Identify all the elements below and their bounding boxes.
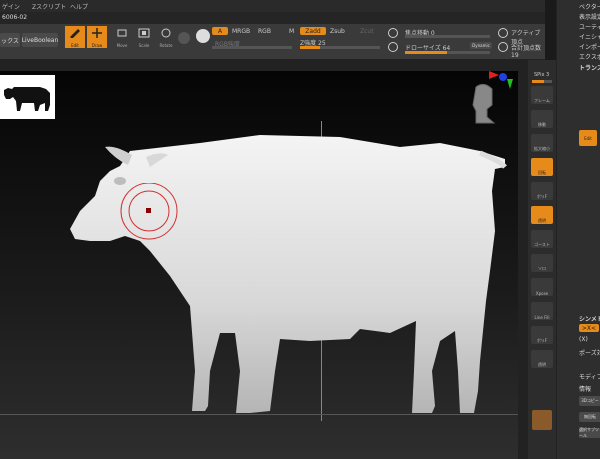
menubar: ゲイン Zスクリプト ヘルプ (0, 0, 545, 12)
rotate-button[interactable]: Rotate (156, 26, 176, 48)
main-toolbar: ックス LiveBoolean Edit Draw Move Scale Rot… (0, 24, 545, 60)
menu-item-help[interactable]: ヘルプ (70, 2, 88, 11)
panel-edit-button[interactable]: Edit (579, 130, 597, 146)
z-intensity-slider[interactable] (300, 46, 380, 49)
total-points-label: 合計頂点数 19 (511, 45, 542, 59)
palette-export[interactable]: エクスポート (579, 52, 600, 61)
canvas-right-border (518, 71, 528, 459)
brush-cursor (120, 183, 178, 240)
document-title: 6006-02 (2, 14, 28, 21)
symmetry-x-label[interactable]: (X) (579, 336, 588, 343)
palette-vector[interactable]: ベクター (579, 2, 600, 11)
rgb-intensity-slider[interactable] (212, 46, 292, 49)
draw-button[interactable]: Draw (87, 26, 107, 48)
a-toggle[interactable]: A (212, 27, 228, 35)
transp-button[interactable]: 透明 (531, 206, 553, 224)
rotate-view-button[interactable]: 回転 (531, 158, 553, 176)
palette-modifiers[interactable]: モディファイ (579, 372, 600, 381)
active-points-icon (498, 28, 508, 38)
canvas-top-strip (0, 60, 528, 71)
palette-symmetry[interactable]: シンメトリー (579, 314, 600, 323)
palette-initialize[interactable]: イニシャライズ (579, 32, 600, 41)
brush-icon[interactable] (196, 29, 210, 43)
focal-shift-slider[interactable] (405, 35, 490, 38)
dynamic-button[interactable]: Dynamic (470, 42, 492, 49)
palette-info[interactable]: 情報 (579, 384, 591, 393)
linefill-button[interactable]: Line Fill (531, 302, 553, 320)
rgb-toggle[interactable]: RGB (258, 28, 271, 35)
livebool-button[interactable]: LiveBoolean (22, 33, 58, 47)
solo-button[interactable]: ソロ (531, 254, 553, 272)
zadd-toggle[interactable]: Zadd (300, 27, 326, 35)
ghost-button[interactable]: ゴースト (531, 230, 553, 248)
polyf-button-2[interactable]: ポリF (531, 326, 553, 344)
total-points-icon (498, 42, 508, 52)
mrgb-toggle[interactable]: MRGB (232, 28, 250, 35)
select-subtool-button[interactable]: 選択サブツール (579, 427, 600, 438)
palette-transform[interactable]: トランスフォーム (579, 63, 600, 72)
draw-icon (92, 28, 102, 38)
palette-utility[interactable]: ユーティリティ (579, 22, 600, 31)
material-sphere-icon[interactable] (178, 32, 190, 44)
no-rotate-button[interactable]: 無回転 (579, 412, 600, 422)
scale-view-button[interactable]: 拡大縮小 (531, 134, 553, 152)
rotate-icon (161, 28, 171, 38)
3d-copy-button[interactable]: 3Dコピー (579, 396, 600, 406)
transp-button-2[interactable]: 透明 (531, 350, 553, 368)
subtool-button[interactable]: ックス (0, 33, 20, 47)
zsub-toggle[interactable]: Zsub (330, 28, 345, 35)
polyf-button[interactable]: ポリF (531, 182, 553, 200)
palette-import[interactable]: インポート (579, 42, 600, 51)
brush-thumbnail-icon[interactable] (532, 410, 552, 430)
menu-item-zscript[interactable]: Zスクリプト (32, 2, 66, 11)
edit-button[interactable]: Edit (65, 26, 85, 48)
move-icon (117, 29, 127, 37)
cow-model[interactable] (0, 71, 518, 459)
right-shelf: SPix 3 フレーム 移動 拡大縮小 回転 ポリF 透明 ゴースト ソロ Xp… (528, 60, 556, 459)
canvas-viewport[interactable] (0, 71, 518, 459)
menu-item-zplugin[interactable]: ゲイン (2, 2, 20, 11)
pose-symmetry-button[interactable]: ポーズ対称 (579, 348, 600, 357)
frame-button[interactable]: フレーム (531, 86, 553, 104)
move-view-button[interactable]: 移動 (531, 110, 553, 128)
scale-button[interactable]: Scale (134, 26, 154, 48)
draw-size-icon[interactable] (388, 42, 398, 52)
scale-icon (138, 28, 150, 38)
palette-display[interactable]: 表示設定 (579, 12, 600, 21)
tool-palette: ベクター 表示設定 ユーティリティ イニシャライズ インポート エクスポート ト… (556, 0, 600, 459)
move-button[interactable]: Move (112, 26, 132, 48)
symmetry-x-button[interactable]: >X< (579, 324, 599, 332)
m-toggle[interactable]: M (289, 28, 294, 35)
spix-slider[interactable] (532, 80, 552, 83)
xpose-button[interactable]: Xpose (531, 278, 553, 296)
draw-size-slider[interactable] (405, 51, 490, 54)
focal-shift-icon[interactable] (388, 28, 398, 38)
edit-icon (70, 29, 80, 38)
document-title-bar: 6006-02 (0, 12, 545, 24)
zcut-toggle[interactable]: Zcut (360, 28, 374, 35)
spix-label: SPix 3 (534, 72, 550, 78)
